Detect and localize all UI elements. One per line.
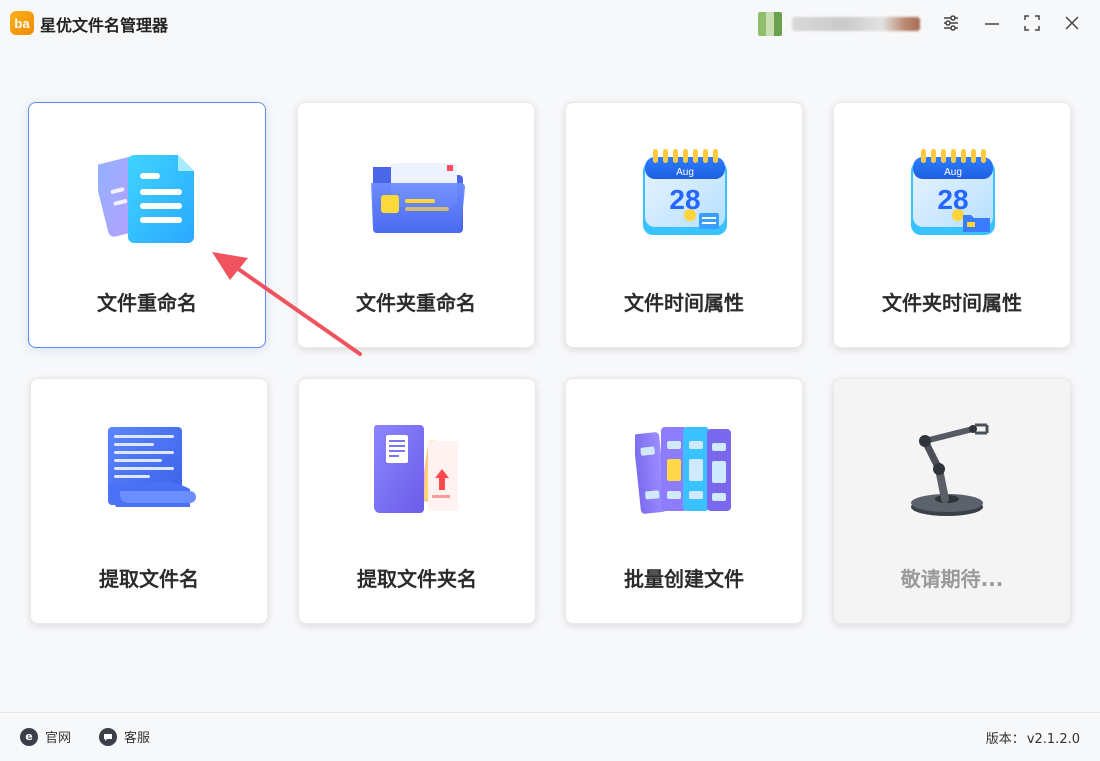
sliders-icon [944, 15, 958, 31]
version-value: v2.1.2.0 [1026, 732, 1080, 747]
card-folder-time[interactable]: Aug 28 文件夹时间属性 [833, 102, 1071, 348]
close-button[interactable] [1059, 10, 1085, 36]
file-documents-icon [98, 143, 198, 243]
card-label: 敬请期待... [900, 567, 1004, 591]
maximize-button[interactable] [1019, 10, 1045, 36]
support-label: 客服 [124, 731, 151, 746]
chat-bubble-icon [99, 727, 117, 746]
card-extract-foldername[interactable]: 提取文件夹名 [298, 378, 536, 624]
version-label: 版本： [985, 732, 1025, 747]
website-label: 官网 [45, 731, 72, 746]
footer: e 官网 客服 版本： v2.1.2.0 [0, 712, 1100, 761]
calendar-folder-icon: Aug 28 [903, 143, 1003, 243]
app-title: 星优文件名管理器 [40, 16, 169, 35]
title-bar: ba 星优文件名管理器 [0, 0, 1100, 48]
website-link[interactable]: e 官网 [20, 727, 71, 746]
app-logo-icon: ba [10, 11, 34, 35]
card-file-time[interactable]: Aug 28 文件时间属性 [565, 102, 803, 348]
username-blurred [792, 17, 920, 31]
maximize-icon [1024, 15, 1040, 31]
calendar-month: Aug [944, 167, 962, 178]
browser-e-icon: e [20, 727, 38, 746]
folder-icon [367, 143, 467, 243]
calendar-day: 28 [937, 184, 968, 215]
card-label: 提取文件名 [99, 567, 199, 591]
card-coming-soon: 敬请期待... [833, 378, 1071, 624]
version-info: 版本： v2.1.2.0 [984, 728, 1080, 747]
user-account[interactable] [758, 12, 920, 36]
binders-icon [635, 419, 735, 519]
calendar-icon: Aug 28 [635, 143, 735, 243]
annotation-arrow [212, 252, 362, 356]
settings-button[interactable] [938, 10, 964, 36]
support-link[interactable]: 客服 [99, 727, 150, 746]
calendar-month: Aug [676, 167, 694, 178]
scroll-document-icon [100, 419, 200, 519]
calendar-day: 28 [669, 184, 700, 215]
card-label: 提取文件夹名 [357, 567, 477, 591]
avatar[interactable] [758, 12, 782, 36]
minimize-button[interactable] [979, 10, 1005, 36]
card-label: 文件时间属性 [624, 291, 744, 315]
robot-arm-icon [903, 419, 1003, 519]
folder-export-icon [368, 419, 468, 519]
close-icon [1065, 16, 1079, 30]
minimize-icon [985, 23, 999, 25]
card-batch-create[interactable]: 批量创建文件 [565, 378, 803, 624]
card-label: 文件夹时间属性 [882, 291, 1022, 315]
card-label: 批量创建文件 [624, 567, 744, 591]
card-extract-filename[interactable]: 提取文件名 [30, 378, 268, 624]
